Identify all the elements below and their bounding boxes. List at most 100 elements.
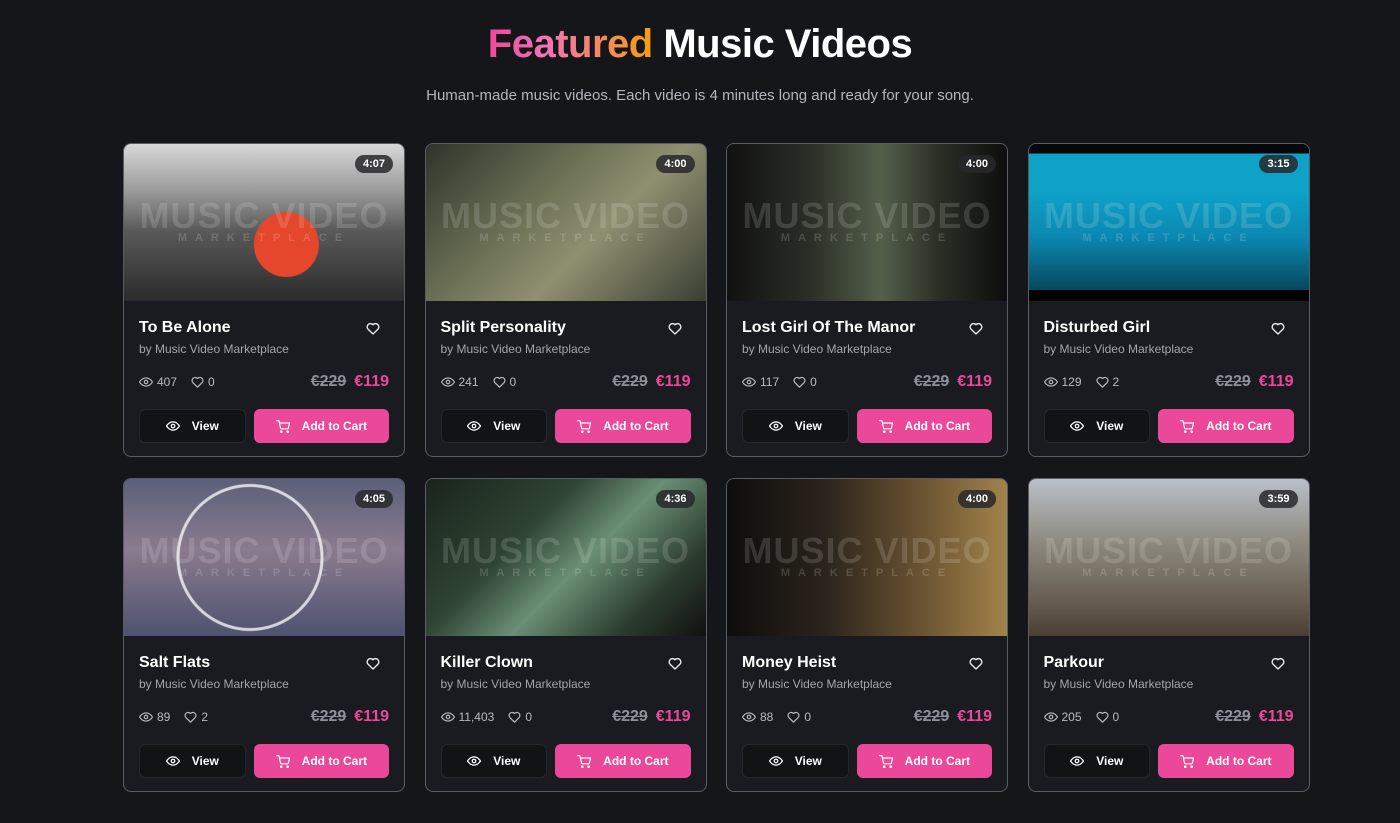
video-thumbnail[interactable]: MUSIC VIDEO MARKETPLACE 3:59 — [1028, 479, 1309, 636]
page-header: Featured Music Videos Human-made music v… — [0, 20, 1400, 106]
views-count: 205 — [1061, 710, 1082, 724]
view-button[interactable]: View — [440, 744, 548, 778]
eye-icon — [467, 756, 482, 766]
eye-icon — [440, 377, 455, 387]
eye-icon — [165, 421, 180, 431]
video-title[interactable]: Parkour — [1044, 654, 1104, 672]
view-button[interactable]: View — [139, 744, 246, 778]
add-to-cart-button[interactable]: Add to Cart — [856, 409, 992, 443]
view-button[interactable]: View — [742, 744, 849, 778]
add-to-cart-label: Add to Cart — [301, 419, 367, 433]
video-author: by Music Video Marketplace — [1043, 342, 1194, 356]
views-stat: 205 — [1043, 710, 1082, 724]
eye-icon — [139, 712, 153, 722]
favorite-heart-icon[interactable] — [967, 319, 985, 337]
add-to-cart-label: Add to Cart — [904, 754, 970, 768]
video-card[interactable]: MUSIC VIDEO MARKETPLACE 4:05 Salt Flats … — [123, 478, 405, 792]
add-to-cart-label: Add to Cart — [603, 754, 669, 768]
video-card[interactable]: MUSIC VIDEO MARKETPLACE 4:00 Money Heist… — [726, 478, 1008, 792]
likes-count: 0 — [810, 375, 817, 389]
heart-icon — [184, 711, 197, 723]
add-to-cart-button[interactable]: Add to Cart — [1158, 744, 1294, 778]
original-price: €229 — [310, 373, 347, 390]
add-to-cart-button[interactable]: Add to Cart — [1158, 409, 1294, 443]
duration-badge: 4:00 — [957, 155, 996, 173]
cart-icon — [878, 419, 893, 433]
likes-stat: 0 — [793, 375, 817, 389]
cart-icon — [577, 754, 592, 768]
video-thumbnail[interactable]: MUSIC VIDEO MARKETPLACE 3:15 — [1028, 144, 1309, 301]
video-card[interactable]: MUSIC VIDEO MARKETPLACE 4:00 Lost Girl O… — [726, 143, 1008, 457]
video-author: by Music Video Marketplace — [139, 677, 289, 691]
views-stat: 89 — [139, 710, 170, 724]
video-author: by Music Video Marketplace — [742, 342, 892, 356]
page-title-rest: Music Videos — [663, 22, 913, 66]
video-grid: MUSIC VIDEO MARKETPLACE 4:07 To Be Alone… — [123, 143, 1310, 792]
video-title[interactable]: Killer Clown — [441, 654, 533, 672]
view-button[interactable]: View — [1043, 409, 1151, 443]
favorite-heart-icon[interactable] — [967, 654, 985, 672]
heart-icon — [508, 711, 521, 723]
sale-price: €119 — [957, 373, 992, 390]
favorite-heart-icon[interactable] — [666, 654, 684, 672]
view-button[interactable]: View — [1043, 744, 1151, 778]
eye-icon — [1043, 712, 1058, 722]
favorite-heart-icon[interactable] — [364, 654, 382, 672]
add-to-cart-button[interactable]: Add to Cart — [555, 409, 691, 443]
video-thumbnail[interactable]: MUSIC VIDEO MARKETPLACE 4:00 — [727, 144, 1007, 301]
likes-count: 2 — [201, 710, 209, 724]
video-title[interactable]: Disturbed Girl — [1044, 319, 1151, 337]
add-to-cart-button[interactable]: Add to Cart — [253, 409, 389, 443]
video-title[interactable]: To Be Alone — [139, 319, 231, 337]
favorite-heart-icon[interactable] — [666, 319, 684, 337]
duration-badge: 4:00 — [656, 155, 695, 173]
add-to-cart-button[interactable]: Add to Cart — [253, 744, 389, 778]
add-to-cart-label: Add to Cart — [1206, 419, 1272, 433]
video-thumbnail[interactable]: MUSIC VIDEO MARKETPLACE 4:00 — [727, 479, 1007, 636]
video-card[interactable]: MUSIC VIDEO MARKETPLACE 3:15 Disturbed G… — [1027, 143, 1310, 457]
view-button[interactable]: View — [139, 409, 246, 443]
add-to-cart-label: Add to Cart — [904, 419, 970, 433]
add-to-cart-button[interactable]: Add to Cart — [555, 744, 691, 778]
eye-icon — [1070, 421, 1085, 431]
views-count: 88 — [760, 710, 774, 724]
video-title[interactable]: Lost Girl Of The Manor — [742, 319, 915, 337]
video-title[interactable]: Money Heist — [742, 654, 836, 672]
likes-stat: 0 — [191, 375, 215, 389]
heart-icon — [493, 376, 505, 388]
video-title[interactable]: Split Personality — [441, 319, 566, 337]
views-stat: 241 — [440, 375, 479, 389]
video-card[interactable]: MUSIC VIDEO MARKETPLACE 3:59 Parkour by … — [1027, 478, 1310, 792]
video-thumbnail[interactable]: MUSIC VIDEO MARKETPLACE 4:07 — [124, 144, 404, 301]
video-card[interactable]: MUSIC VIDEO MARKETPLACE 4:36 Killer Clow… — [424, 478, 707, 792]
video-author: by Music Video Marketplace — [742, 677, 892, 691]
video-card[interactable]: MUSIC VIDEO MARKETPLACE 4:00 Split Perso… — [424, 143, 707, 457]
favorite-heart-icon[interactable] — [1269, 654, 1287, 672]
heart-icon — [787, 711, 800, 723]
likes-stat: 0 — [493, 375, 516, 389]
video-thumbnail[interactable]: MUSIC VIDEO MARKETPLACE 4:00 — [425, 144, 706, 301]
cart-icon — [275, 419, 290, 433]
view-button-label: View — [191, 754, 219, 768]
likes-count: 0 — [1112, 710, 1120, 724]
duration-badge: 3:15 — [1259, 155, 1298, 173]
view-button[interactable]: View — [440, 409, 548, 443]
view-button[interactable]: View — [742, 409, 849, 443]
video-thumbnail[interactable]: MUSIC VIDEO MARKETPLACE 4:05 — [124, 479, 404, 636]
video-thumbnail[interactable]: MUSIC VIDEO MARKETPLACE 4:36 — [425, 479, 706, 636]
video-card[interactable]: MUSIC VIDEO MARKETPLACE 4:07 To Be Alone… — [123, 143, 405, 457]
sale-price: €119 — [655, 708, 691, 725]
views-count: 129 — [1061, 375, 1082, 389]
page-subtitle: Human-made music videos. Each video is 4… — [426, 87, 974, 104]
eye-icon — [467, 421, 482, 431]
likes-stat: 2 — [184, 710, 208, 724]
video-title[interactable]: Salt Flats — [139, 654, 210, 672]
add-to-cart-button[interactable]: Add to Cart — [856, 744, 992, 778]
original-price: €229 — [612, 373, 648, 390]
likes-stat: 0 — [1096, 710, 1120, 724]
cart-icon — [275, 754, 290, 768]
original-price: €229 — [913, 708, 950, 725]
favorite-heart-icon[interactable] — [1269, 319, 1287, 337]
favorite-heart-icon[interactable] — [364, 319, 382, 337]
eye-icon — [440, 712, 455, 722]
